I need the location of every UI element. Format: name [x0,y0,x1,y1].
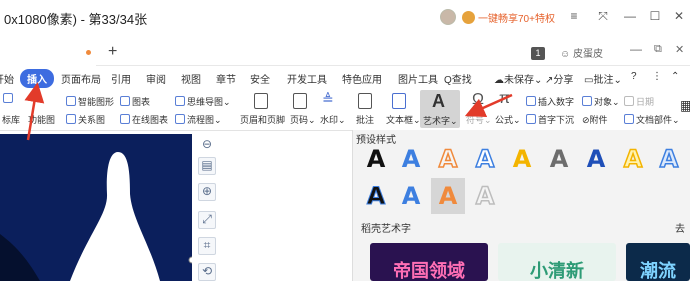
annotation-arrows [24,82,513,141]
app-window: 0x1080像素) - 第33/34张 一键畅享70+特权 ≡ ⤧ — ☐ ✕ … [0,0,690,281]
arrow-to-insert-tab [24,82,45,141]
arrow-to-wordart [464,93,513,118]
